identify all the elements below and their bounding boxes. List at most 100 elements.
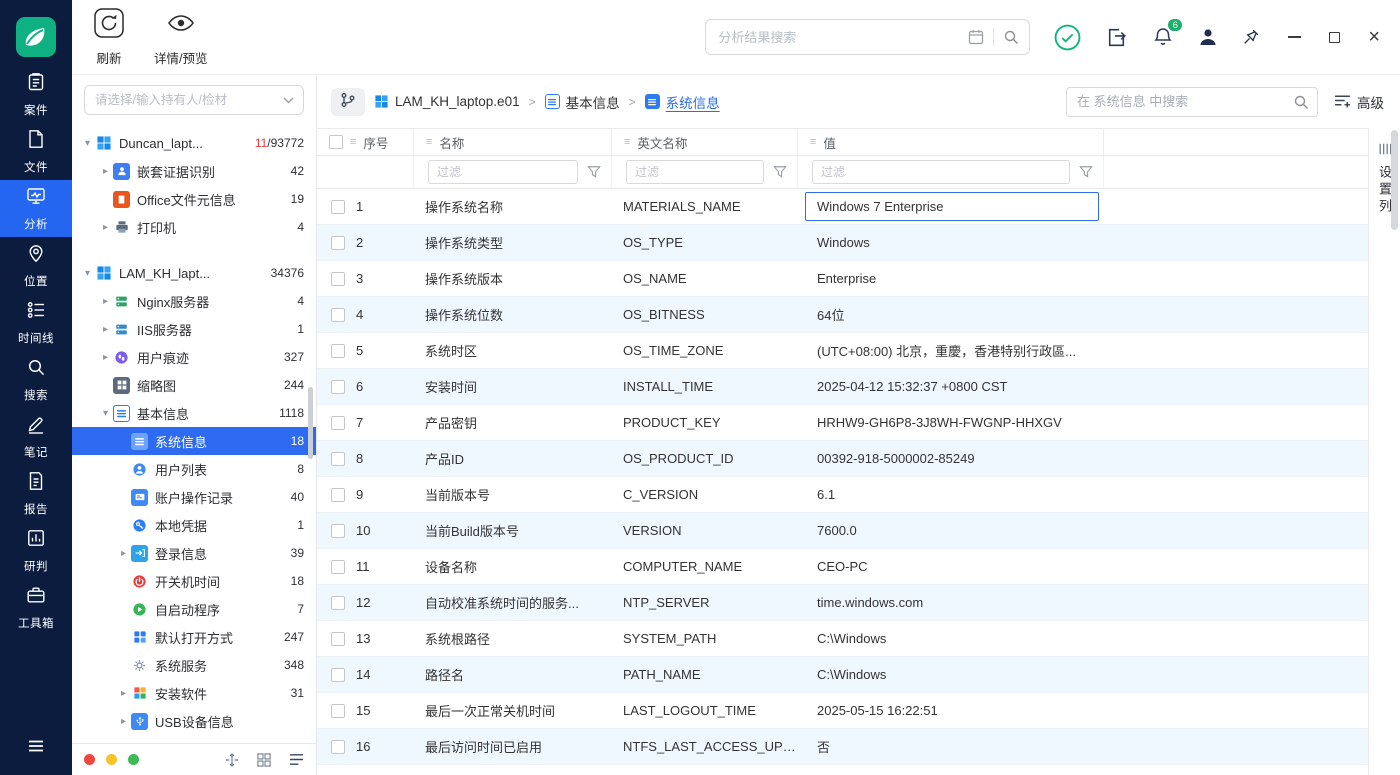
row-checkbox[interactable] xyxy=(331,199,345,214)
tree-item[interactable]: 账户操作记录 40 xyxy=(72,483,316,511)
notifications-bell-icon[interactable]: 6 xyxy=(1152,18,1184,48)
table-row[interactable]: 1 操作系统名称 MATERIALS_NAME Windows 7 Enterp… xyxy=(317,189,1368,225)
select-all-checkbox[interactable] xyxy=(329,135,343,149)
tree-item[interactable]: 安装软件 31 xyxy=(72,679,316,707)
header-value[interactable]: 值 xyxy=(797,129,1103,155)
tree-item[interactable]: USB设备信息 xyxy=(72,707,316,735)
status-check-icon[interactable] xyxy=(1054,24,1081,51)
sidebar-item-location[interactable]: 位置 xyxy=(0,237,72,294)
row-checkbox[interactable] xyxy=(331,379,345,394)
chevron-down-icon[interactable] xyxy=(80,138,95,149)
tree-item[interactable]: 嵌套证据识别 42 xyxy=(72,157,316,185)
menu-button[interactable] xyxy=(0,721,72,775)
tree-item[interactable]: 登录信息 39 xyxy=(72,539,316,567)
table-row[interactable]: 4 操作系统位数 OS_BITNESS 64位 xyxy=(317,297,1368,333)
header-name[interactable]: 名称 xyxy=(413,129,611,155)
tree-item[interactable]: 开关机时间 18 xyxy=(72,567,316,595)
table-row[interactable]: 3 操作系统版本 OS_NAME Enterprise xyxy=(317,261,1368,297)
funnel-icon[interactable] xyxy=(773,165,787,179)
user-icon[interactable] xyxy=(1198,27,1218,47)
chevron-down-icon[interactable] xyxy=(283,91,294,109)
column-bars-icon[interactable] xyxy=(1378,142,1392,156)
chevron-right-icon[interactable] xyxy=(116,548,131,559)
tree-item[interactable]: IIS服务器 1 xyxy=(72,315,316,343)
search-submit-icon[interactable] xyxy=(1003,29,1019,45)
expand-rows-icon[interactable] xyxy=(225,752,239,767)
table-row[interactable]: 15 最后一次正常关机时间 LAST_LOGOUT_TIME 2025-05-1… xyxy=(317,693,1368,729)
row-checkbox[interactable] xyxy=(331,739,345,754)
chevron-right-icon[interactable] xyxy=(116,688,131,699)
tree-item[interactable]: 用户列表 8 xyxy=(72,455,316,483)
table-row[interactable]: 13 系统根路径 SYSTEM_PATH C:\Windows xyxy=(317,621,1368,657)
funnel-icon[interactable] xyxy=(587,165,601,179)
row-checkbox[interactable] xyxy=(331,235,345,250)
tree-item-device[interactable]: LAM_KH_lapt... 34376 xyxy=(72,259,316,287)
funnel-icon[interactable] xyxy=(1079,165,1093,179)
sidebar-item-case[interactable]: 案件 xyxy=(0,66,72,123)
table-row[interactable]: 9 当前版本号 C_VERSION 6.1 xyxy=(317,477,1368,513)
table-scrollbar-thumb[interactable] xyxy=(1391,130,1398,230)
chevron-right-icon[interactable] xyxy=(98,222,113,233)
row-checkbox[interactable] xyxy=(331,631,345,646)
tree-item[interactable]: 本地凭据 1 xyxy=(72,511,316,539)
row-checkbox[interactable] xyxy=(331,307,345,322)
row-checkbox[interactable] xyxy=(331,415,345,430)
red-status-dot[interactable] xyxy=(84,754,95,765)
tree-item[interactable]: Nginx服务器 4 xyxy=(72,287,316,315)
sidebar-item-search[interactable]: 搜索 xyxy=(0,351,72,408)
tree-item-system-info-selected[interactable]: 系统信息 18 xyxy=(72,427,316,455)
table-row[interactable]: 8 产品ID OS_PRODUCT_ID 00392-918-5000002-8… xyxy=(317,441,1368,477)
sidebar-item-report[interactable]: 报告 xyxy=(0,465,72,522)
close-button[interactable]: × xyxy=(1368,27,1380,47)
refresh-button[interactable]: 刷新 xyxy=(94,7,124,67)
table-row[interactable]: 14 路径名 PATH_NAME C:\Windows xyxy=(317,657,1368,693)
table-row[interactable]: 10 当前Build版本号 VERSION 7600.0 xyxy=(317,513,1368,549)
chevron-right-icon[interactable] xyxy=(116,716,131,727)
table-row[interactable]: 11 设备名称 COMPUTER_NAME CEO-PC xyxy=(317,549,1368,585)
row-checkbox[interactable] xyxy=(331,343,345,358)
tree-item-basic-info[interactable]: 基本信息 1118 xyxy=(72,399,316,427)
tree-item[interactable]: 打印机 4 xyxy=(72,213,316,241)
global-search-input[interactable] xyxy=(718,29,960,45)
name-filter-input[interactable] xyxy=(428,160,578,184)
calendar-icon[interactable] xyxy=(968,29,984,45)
chevron-right-icon[interactable] xyxy=(98,166,113,177)
breadcrumb-basic-info[interactable]: 基本信息 xyxy=(544,92,620,112)
table-scrollbar[interactable] xyxy=(1391,130,1398,771)
row-checkbox[interactable] xyxy=(331,595,345,610)
table-row[interactable]: 6 安装时间 INSTALL_TIME 2025-04-12 15:32:37 … xyxy=(317,369,1368,405)
chevron-down-icon[interactable] xyxy=(98,408,113,419)
sidebar-item-notes[interactable]: 笔记 xyxy=(0,408,72,465)
tree-item-device[interactable]: Duncan_lapt... 11/93772 xyxy=(72,129,316,157)
value-filter-input[interactable] xyxy=(812,160,1070,184)
sidebar-item-timeline[interactable]: 时间线 xyxy=(0,294,72,351)
green-status-dot[interactable] xyxy=(128,754,139,765)
row-checkbox[interactable] xyxy=(331,451,345,466)
list-view-icon[interactable] xyxy=(289,752,304,767)
row-checkbox[interactable] xyxy=(331,271,345,286)
row-checkbox[interactable] xyxy=(331,703,345,718)
row-checkbox[interactable] xyxy=(331,487,345,502)
sidebar-item-analysis[interactable]: 分析 xyxy=(0,180,72,237)
chevron-down-icon[interactable] xyxy=(80,268,95,279)
chevron-right-icon[interactable] xyxy=(98,352,113,363)
table-row[interactable]: 2 操作系统类型 OS_TYPE Windows xyxy=(317,225,1368,261)
pin-icon[interactable] xyxy=(1242,28,1260,46)
row-checkbox[interactable] xyxy=(331,523,345,538)
chevron-right-icon[interactable] xyxy=(98,324,113,335)
breadcrumb-root[interactable]: LAM_KH_laptop.e01 xyxy=(374,94,520,109)
yellow-status-dot[interactable] xyxy=(106,754,117,765)
row-checkbox[interactable] xyxy=(331,667,345,682)
preview-button[interactable]: 详情/预览 xyxy=(154,8,207,67)
table-row[interactable]: 7 产品密钥 PRODUCT_KEY HRHW9-GH6P8-3J8WH-FWG… xyxy=(317,405,1368,441)
header-en-name[interactable]: 英文名称 xyxy=(611,129,797,155)
branch-button[interactable] xyxy=(331,87,365,116)
selected-value-cell[interactable]: Windows 7 Enterprise xyxy=(805,192,1099,221)
table-row[interactable]: 5 系统时区 OS_TIME_ZONE (UTC+08:00) 北京，重慶，香港… xyxy=(317,333,1368,369)
table-row[interactable]: 12 自动校准系统时间的服务... NTP_SERVER time.window… xyxy=(317,585,1368,621)
tree-item[interactable]: 缩略图 244 xyxy=(72,371,316,399)
maximize-button[interactable] xyxy=(1329,31,1341,43)
search-icon[interactable] xyxy=(1293,94,1309,110)
table-row[interactable]: 16 最后访问时间已启用 NTFS_LAST_ACCESS_UPDA... 否 xyxy=(317,729,1368,765)
sidebar-item-judgment[interactable]: 研判 xyxy=(0,522,72,579)
